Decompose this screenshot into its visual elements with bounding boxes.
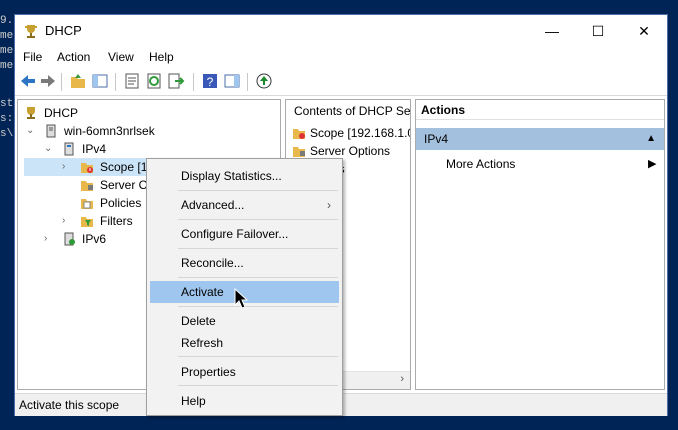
bg-line: me [0, 60, 14, 72]
chevron-right-icon[interactable]: › [62, 158, 65, 176]
tree-label: DHCP [44, 106, 79, 120]
scope-folder-icon [293, 129, 305, 139]
tree-label: win-6omn3nrlsek [64, 124, 155, 138]
minimize-button[interactable]: — [529, 15, 575, 47]
chevron-right-icon[interactable]: › [62, 212, 65, 230]
dhcp-trophy-icon [27, 107, 35, 119]
toolbar-separator [115, 73, 116, 91]
chevron-right-icon[interactable]: › [44, 230, 47, 248]
menu-item-refresh[interactable]: Refresh [150, 332, 339, 354]
bg-line: me [0, 45, 14, 57]
dhcp-trophy-icon [25, 25, 37, 38]
menu-item-label: Help [181, 394, 206, 408]
menu-action[interactable]: Action [57, 50, 90, 64]
submenu-arrow-icon: ▶ [648, 158, 657, 170]
help-icon[interactable]: ? [201, 72, 219, 90]
menu-item-label: Reconcile... [181, 256, 244, 270]
scope-folder-icon [81, 163, 93, 173]
menu-item-label: Delete [181, 314, 216, 328]
menu-item-advanced[interactable]: Advanced... › [150, 194, 339, 216]
tree-label: Scope [1 [100, 160, 148, 174]
more-actions-label: More Actions [446, 157, 516, 171]
more-actions-item[interactable]: More Actions [446, 155, 515, 173]
actions-group-ipv4[interactable]: IPv4 ▲ [416, 128, 664, 150]
tree-label: IPv4 [82, 142, 107, 156]
ipv4-server-icon [64, 142, 74, 156]
menu-separator [178, 219, 338, 220]
menu-item-properties[interactable]: Properties [150, 361, 339, 383]
server-options-icon [81, 181, 93, 191]
background-console: 9. me me me [0, 14, 13, 74]
menu-item-label: Properties [181, 365, 236, 379]
actions-pane: Actions IPv4 ▲ More Actions ▶ [415, 99, 665, 390]
menu-item-label: Refresh [181, 336, 224, 350]
refresh-icon[interactable] [145, 72, 163, 90]
show-hide-action-pane-icon[interactable] [223, 72, 241, 90]
up-folder-icon[interactable] [69, 72, 87, 90]
toolbar-separator [61, 73, 62, 91]
window-title: DHCP [45, 23, 82, 38]
tree-label: IPv6 [82, 232, 107, 246]
mouse-cursor-icon [234, 288, 248, 309]
menu-view[interactable]: View [108, 50, 134, 64]
menu-item-label: Advanced... [181, 198, 245, 212]
actions-header: Actions [416, 100, 664, 120]
svg-text:?: ? [207, 75, 214, 89]
list-item-label: Scope [192.168.1.0] [310, 126, 411, 140]
menu-item-label: Display Statistics... [181, 169, 282, 183]
scroll-right-arrow-icon[interactable]: › [400, 373, 404, 385]
chevron-down-icon[interactable]: ⌄ [26, 122, 34, 140]
toolbar-separator [193, 73, 194, 91]
menu-separator [178, 277, 338, 278]
properties-icon[interactable] [123, 72, 141, 90]
bg-line: s: [0, 113, 14, 125]
bg-line: st [0, 98, 14, 110]
tree-label: Filters [100, 214, 133, 228]
menu-separator [178, 306, 338, 307]
back-arrow-icon[interactable] [19, 72, 37, 90]
menu-item-configure-failover[interactable]: Configure Failover... [150, 223, 339, 245]
menu-item-help[interactable]: Help [150, 390, 339, 412]
menu-separator [178, 248, 338, 249]
submenu-arrow-icon: › [327, 198, 331, 212]
toolbar: ? [15, 69, 667, 96]
menu-file[interactable]: File [23, 50, 42, 64]
menu-item-label: Configure Failover... [181, 227, 289, 241]
contents-header: Contents of DHCP Ser [294, 104, 411, 118]
filters-icon [81, 217, 93, 227]
menu-separator [178, 356, 338, 357]
maximize-button[interactable]: ☐ [575, 15, 621, 47]
menu-item-display-statistics[interactable]: Display Statistics... [150, 165, 339, 187]
collapse-up-icon[interactable]: ▲ [646, 128, 656, 150]
menu-bar: File Action View Help [15, 47, 667, 67]
tree-label: Policies [100, 196, 142, 210]
status-text: Activate this scope [19, 398, 120, 412]
bg-line: s\ [0, 128, 14, 140]
chevron-down-icon[interactable]: ⌄ [44, 140, 52, 158]
actions-group-label: IPv4 [424, 132, 449, 146]
menu-help[interactable]: Help [149, 50, 174, 64]
policies-icon [81, 199, 93, 209]
activate-up-arrow-icon[interactable] [255, 72, 273, 90]
server-icon [46, 124, 56, 138]
menu-item-reconcile[interactable]: Reconcile... [150, 252, 339, 274]
context-menu: Display Statistics... Advanced... › Confi… [146, 158, 343, 416]
show-hide-tree-icon[interactable] [91, 72, 109, 90]
title-bar[interactable]: DHCP — ☐ ✕ [15, 15, 667, 47]
close-button[interactable]: ✕ [621, 15, 667, 47]
menu-separator [178, 385, 338, 386]
forward-arrow-icon[interactable] [39, 72, 57, 90]
toolbar-separator [247, 73, 248, 91]
ipv6-server-icon [64, 232, 75, 246]
bg-line: 9. [0, 15, 14, 27]
export-list-icon[interactable] [167, 72, 185, 90]
menu-item-delete[interactable]: Delete [150, 310, 339, 332]
menu-separator [178, 190, 338, 191]
bg-line: me [0, 30, 14, 42]
server-options-icon [293, 147, 305, 157]
menu-item-label: Activate [181, 285, 224, 299]
background-console-2: st s: s\ [0, 97, 13, 142]
